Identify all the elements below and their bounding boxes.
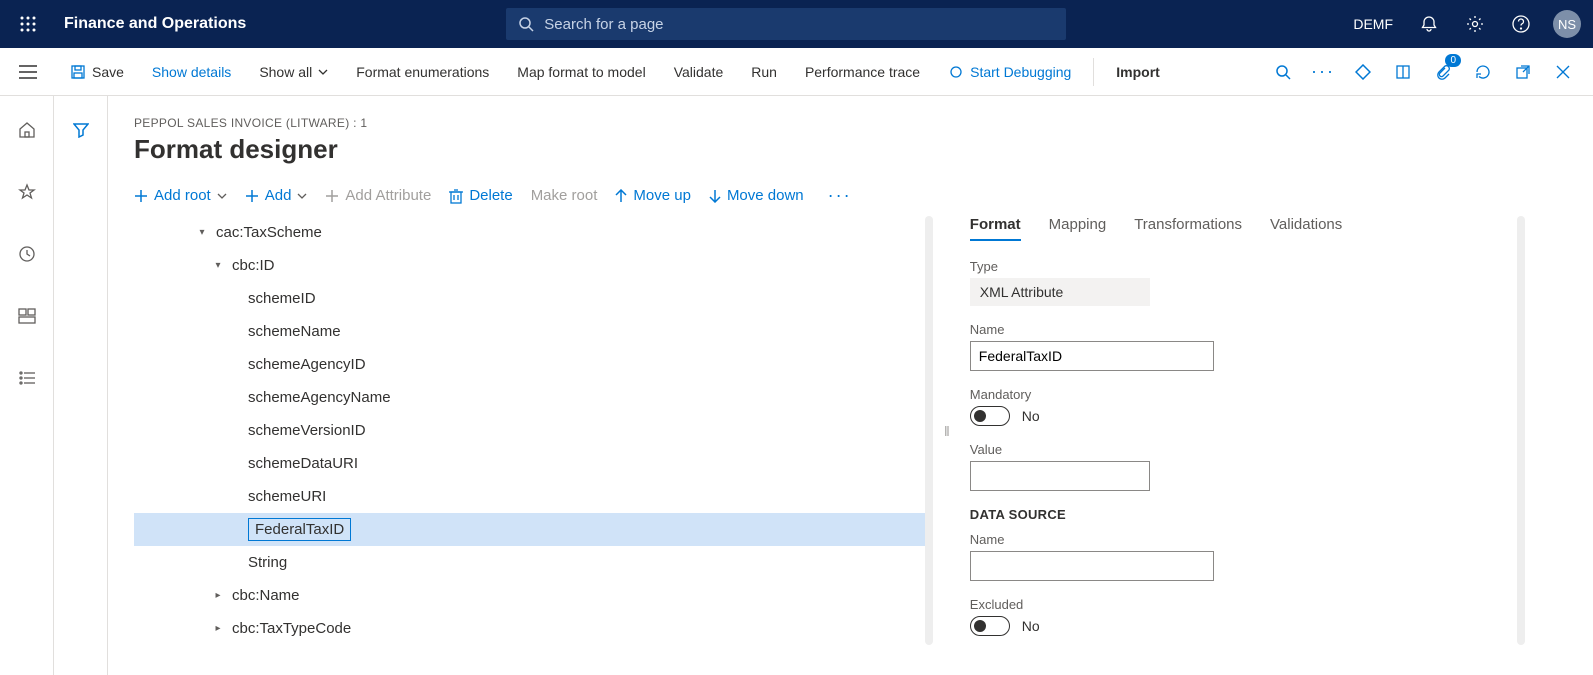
tree-node[interactable]: schemeURI (134, 480, 933, 513)
close-icon[interactable] (1545, 54, 1581, 90)
tree-node[interactable]: String (134, 546, 933, 579)
office-icon[interactable] (1385, 54, 1421, 90)
run-button[interactable]: Run (741, 58, 787, 86)
tree-node[interactable]: schemeAgencyID (134, 348, 933, 381)
add-attribute-button: Add Attribute (325, 187, 431, 204)
mandatory-toggle[interactable] (970, 406, 1010, 426)
top-nav: Finance and Operations DEMF NS (0, 0, 1593, 48)
scrollbar[interactable] (1517, 216, 1525, 645)
tree-column: ▾ cac:TaxScheme ▾ cbc:ID schemeID scheme… (134, 216, 934, 645)
validate-button[interactable]: Validate (664, 58, 734, 86)
splitter-icon[interactable]: ‖ (944, 216, 950, 645)
start-debugging-button[interactable]: Start Debugging (938, 58, 1081, 86)
ds-name-input[interactable] (970, 551, 1214, 581)
move-down-button[interactable]: Move down (709, 187, 804, 204)
search-input[interactable] (544, 16, 1054, 33)
move-up-button[interactable]: Move up (615, 187, 691, 204)
tree-node[interactable]: schemeName (134, 315, 933, 348)
avatar[interactable]: NS (1553, 10, 1581, 38)
action-bar: Save Show details Show all Format enumer… (0, 48, 1593, 96)
recent-icon[interactable] (11, 238, 43, 270)
tree-node[interactable]: schemeDataURI (134, 447, 933, 480)
chevron-down-icon (297, 193, 307, 199)
tree-node[interactable]: schemeAgencyName (134, 381, 933, 414)
filter-rail (54, 96, 108, 675)
expand-icon[interactable]: ▸ (210, 590, 226, 601)
app-title: Finance and Operations (64, 15, 246, 33)
chevron-down-icon (318, 69, 328, 75)
ds-name-label: Name (970, 532, 1567, 547)
name-input[interactable] (970, 341, 1214, 371)
tree-node[interactable]: ▾ cbc:ID (134, 249, 933, 282)
search-box[interactable] (506, 8, 1066, 40)
diamond-icon[interactable] (1345, 54, 1381, 90)
breadcrumb: PEPPOL SALES INVOICE (LITWARE) : 1 (134, 116, 1567, 130)
expand-icon[interactable]: ▸ (210, 623, 226, 634)
help-icon[interactable] (1507, 10, 1535, 38)
scrollbar[interactable] (925, 216, 933, 645)
hamburger-icon[interactable] (12, 56, 44, 88)
show-details-button[interactable]: Show details (142, 58, 241, 86)
mandatory-value: No (1022, 408, 1040, 424)
excluded-toggle[interactable] (970, 616, 1010, 636)
value-label: Value (970, 442, 1567, 457)
properties-tabs: Format Mapping Transformations Validatio… (970, 216, 1567, 241)
tab-mapping[interactable]: Mapping (1049, 216, 1107, 241)
tab-validations[interactable]: Validations (1270, 216, 1342, 241)
add-root-button[interactable]: Add root (134, 187, 227, 204)
attach-icon[interactable]: 0 (1425, 54, 1461, 90)
import-button[interactable]: Import (1106, 58, 1170, 86)
main-content: PEPPOL SALES INVOICE (LITWARE) : 1 Forma… (108, 96, 1593, 675)
type-value: XML Attribute (970, 278, 1150, 306)
save-button[interactable]: Save (60, 58, 134, 86)
filter-icon[interactable] (65, 114, 97, 146)
tree-node[interactable]: ▸ cbc:TaxTypeCode (134, 612, 933, 645)
delete-button[interactable]: Delete (449, 187, 512, 204)
value-input[interactable] (970, 461, 1150, 491)
tree-node-selected[interactable]: FederalTaxID (134, 513, 933, 546)
performance-trace-button[interactable]: Performance trace (795, 58, 930, 86)
name-label: Name (970, 322, 1567, 337)
tree-node[interactable]: schemeVersionID (134, 414, 933, 447)
favorites-icon[interactable] (11, 176, 43, 208)
gear-icon[interactable] (1461, 10, 1489, 38)
attach-badge: 0 (1445, 54, 1461, 67)
left-rail (0, 96, 54, 675)
search-icon (518, 16, 534, 32)
workspaces-icon[interactable] (11, 300, 43, 332)
format-enumerations-button[interactable]: Format enumerations (346, 58, 499, 86)
tree-node[interactable]: ▸ cbc:Name (134, 579, 933, 612)
more-icon[interactable]: ··· (1305, 54, 1341, 90)
tree-node[interactable]: ▾ cac:TaxScheme (134, 216, 933, 249)
home-icon[interactable] (11, 114, 43, 146)
save-label: Save (92, 64, 124, 80)
data-source-heading: DATA SOURCE (970, 507, 1567, 522)
make-root-button: Make root (531, 187, 598, 204)
modules-icon[interactable] (11, 362, 43, 394)
show-all-button[interactable]: Show all (249, 58, 338, 86)
excluded-value: No (1022, 618, 1040, 634)
tree-toolbar: Add root Add Add Attribute Delete Make r… (134, 185, 1567, 206)
find-icon[interactable] (1265, 54, 1301, 90)
tab-transformations[interactable]: Transformations (1134, 216, 1242, 241)
toolbar-more-icon[interactable]: ··· (822, 185, 858, 206)
collapse-icon[interactable]: ▾ (210, 260, 226, 271)
type-label: Type (970, 259, 1567, 274)
map-format-button[interactable]: Map format to model (507, 58, 655, 86)
properties-column: Format Mapping Transformations Validatio… (960, 216, 1567, 645)
app-launcher-icon[interactable] (12, 8, 44, 40)
collapse-icon[interactable]: ▾ (194, 227, 210, 238)
refresh-icon[interactable] (1465, 54, 1501, 90)
bell-icon[interactable] (1415, 10, 1443, 38)
tab-format[interactable]: Format (970, 216, 1021, 241)
company-label[interactable]: DEMF (1349, 10, 1397, 38)
add-button[interactable]: Add (245, 187, 308, 204)
popout-icon[interactable] (1505, 54, 1541, 90)
tree-node[interactable]: schemeID (134, 282, 933, 315)
chevron-down-icon (217, 193, 227, 199)
excluded-label: Excluded (970, 597, 1567, 612)
mandatory-label: Mandatory (970, 387, 1567, 402)
separator (1093, 58, 1094, 86)
page-title: Format designer (134, 134, 1567, 165)
